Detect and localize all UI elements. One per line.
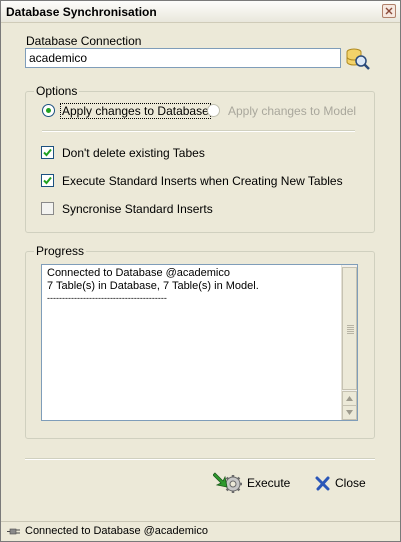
database-search-button[interactable]: [345, 47, 371, 71]
execute-gear-icon: [213, 472, 242, 493]
execute-label: Execute: [247, 476, 291, 490]
radio-apply-model[interactable]: [207, 104, 220, 117]
radio-apply-database-label[interactable]: Apply changes to Database: [60, 103, 211, 119]
close-button[interactable]: Close: [315, 471, 366, 495]
scrollbar-thumb[interactable]: [342, 267, 357, 390]
arrow-up-icon: [346, 396, 353, 401]
execute-button[interactable]: Execute: [213, 471, 290, 495]
window-title: Database Synchronisation: [6, 5, 157, 19]
thumb-grip: [347, 325, 354, 326]
thumb-grip: [347, 329, 354, 330]
status-bar: Connected to Database @academico: [1, 521, 400, 541]
scroll-up-button[interactable]: [342, 391, 357, 406]
connection-label: Database Connection: [26, 34, 142, 48]
arrow-down-icon: [346, 410, 353, 415]
log-line: Connected to Database @academico: [47, 267, 230, 279]
options-legend: Options: [34, 84, 80, 98]
bottom-divider: [25, 458, 375, 460]
connection-plug-icon: [7, 528, 20, 535]
checkbox-dont-delete-label[interactable]: Don't delete existing Tabes: [62, 146, 205, 160]
progress-log[interactable]: Connected to Database @academico 7 Table…: [41, 264, 358, 421]
checkbox-sync-inserts-label[interactable]: Syncronise Standard Inserts: [62, 202, 213, 216]
checkbox-dont-delete[interactable]: [41, 146, 54, 159]
progress-legend: Progress: [34, 244, 87, 258]
options-divider: [42, 130, 355, 132]
radio-apply-model-label[interactable]: Apply changes to Model: [228, 104, 356, 118]
checkbox-sync-inserts[interactable]: [41, 202, 54, 215]
connection-input[interactable]: [25, 48, 341, 68]
database-search-icon: [346, 48, 370, 70]
progress-log-text: Connected to Database @academico 7 Table…: [47, 267, 259, 306]
thumb-grip: [347, 333, 354, 334]
sync-dialog: Database Synchronisation Database Connec…: [0, 0, 401, 542]
title-bar: Database Synchronisation: [1, 1, 400, 23]
radio-apply-database[interactable]: [42, 104, 55, 117]
log-line: 7 Table(s) in Database, 7 Table(s) in Mo…: [47, 280, 259, 292]
radio-selected-dot: [46, 108, 51, 113]
close-icon: [385, 7, 393, 15]
log-line: ----------------------------------------: [47, 293, 167, 303]
checkmark-icon: [43, 176, 52, 185]
close-x-icon: [315, 476, 330, 491]
checkbox-execute-inserts-label[interactable]: Execute Standard Inserts when Creating N…: [62, 174, 343, 188]
thumb-grip: [347, 327, 354, 328]
window-close-button[interactable]: [382, 4, 396, 18]
thumb-grip: [347, 331, 354, 332]
checkbox-execute-inserts[interactable]: [41, 174, 54, 187]
status-text: Connected to Database @academico: [25, 525, 208, 537]
checkmark-icon: [43, 148, 52, 157]
progress-scrollbar[interactable]: [341, 265, 357, 420]
scroll-down-button[interactable]: [342, 405, 357, 420]
close-label: Close: [335, 476, 366, 490]
